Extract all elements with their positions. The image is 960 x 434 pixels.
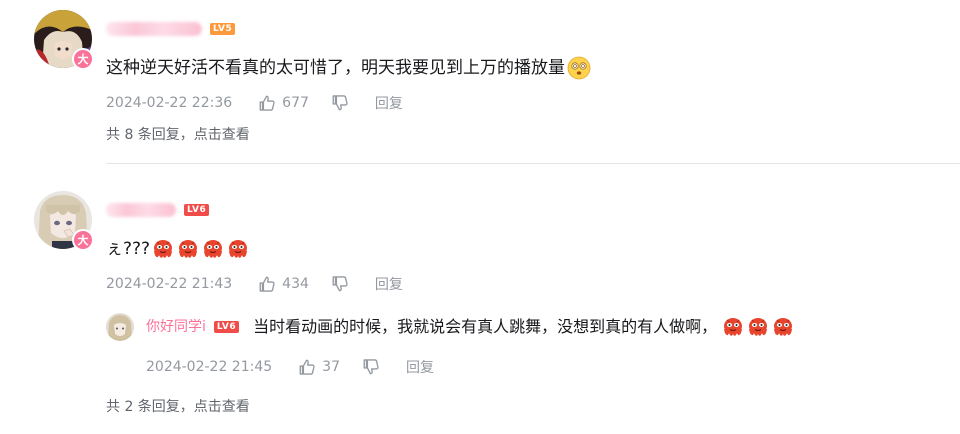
reply-button[interactable]: 回复 [375,93,403,113]
avatar-image [106,313,134,341]
reply-button[interactable]: 回复 [406,357,434,377]
username-blurred[interactable] [106,203,176,217]
sub-reply-time: 2024-02-22 21:45 [146,359,273,375]
avatar[interactable]: 大 [34,10,94,70]
red-octopus-emoji [151,237,175,261]
red-octopus-emoji [771,315,795,339]
level-badge: LV6 [213,321,240,333]
like-count: 434 [282,276,309,292]
like-count: 37 [322,359,340,375]
sub-reply-username[interactable]: 你好同学i [146,315,206,339]
username-blurred[interactable] [106,22,202,36]
red-octopus-emoji [176,237,200,261]
sub-reply-avatar[interactable] [106,313,134,341]
vip-badge: 大 [72,229,94,251]
avatar[interactable]: 大 [34,191,94,251]
sub-reply: 你好同学i LV6 当时看动画的时候，我就说会有真人跳舞，没想到真的有人做啊， … [0,310,960,380]
like-button[interactable]: 677 [258,94,309,112]
red-octopus-emoji [746,315,770,339]
comment-meta: 2024-02-22 21:43 434 回复 [106,274,403,294]
sub-reply-body: 当时看动画的时候，我就说会有真人跳舞，没想到真的有人做啊， [253,317,718,336]
comment-meta: 2024-02-22 22:36 677 回复 [106,93,403,113]
dislike-button[interactable] [362,358,380,376]
thumb-down-icon [331,275,349,293]
comment-item: 大 LV6 ぇ??? 2024-02-22 21:43 434 回复 你好同学i… [0,180,960,434]
username-row: LV6 [106,202,210,218]
comment-divider [106,163,960,164]
like-button[interactable]: 37 [298,358,340,376]
comment-text: ぇ??? [106,237,250,261]
like-count: 677 [282,95,309,111]
reply-button[interactable]: 回复 [375,274,403,294]
level-badge: LV5 [210,23,236,35]
view-replies-link[interactable]: 共 2 条回复，点击查看 [106,396,250,416]
vip-badge: 大 [72,48,94,70]
sub-reply-meta: 2024-02-22 21:45 37 回复 [146,357,434,377]
comment-item: 大 LV5 这种逆天好活不看真的太可惜了，明天我要见到上万的播放量 2024-0… [0,0,960,160]
dislike-button[interactable] [331,275,349,293]
thumb-up-icon [298,358,316,376]
red-octopus-emoji [226,237,250,261]
sub-reply-text: 你好同学i LV6 当时看动画的时候，我就说会有真人跳舞，没想到真的有人做啊， [146,315,795,339]
dazed-face-emoji [567,56,591,80]
comment-text: 这种逆天好活不看真的太可惜了，明天我要见到上万的播放量 [106,56,591,80]
view-replies-link[interactable]: 共 8 条回复，点击查看 [106,124,250,144]
thumb-up-icon [258,275,276,293]
comment-text-body: 这种逆天好活不看真的太可惜了，明天我要见到上万的播放量 [106,58,565,78]
level-badge: LV6 [184,204,210,216]
thumb-down-icon [331,94,349,112]
comment-time: 2024-02-22 22:36 [106,95,233,111]
comment-text-body: ぇ??? [106,239,151,259]
red-octopus-emoji [201,237,225,261]
like-button[interactable]: 434 [258,275,309,293]
thumb-up-icon [258,94,276,112]
dislike-button[interactable] [331,94,349,112]
red-octopus-emoji [721,315,745,339]
comment-time: 2024-02-22 21:43 [106,276,233,292]
username-row: LV5 [106,21,236,37]
thumb-down-icon [362,358,380,376]
